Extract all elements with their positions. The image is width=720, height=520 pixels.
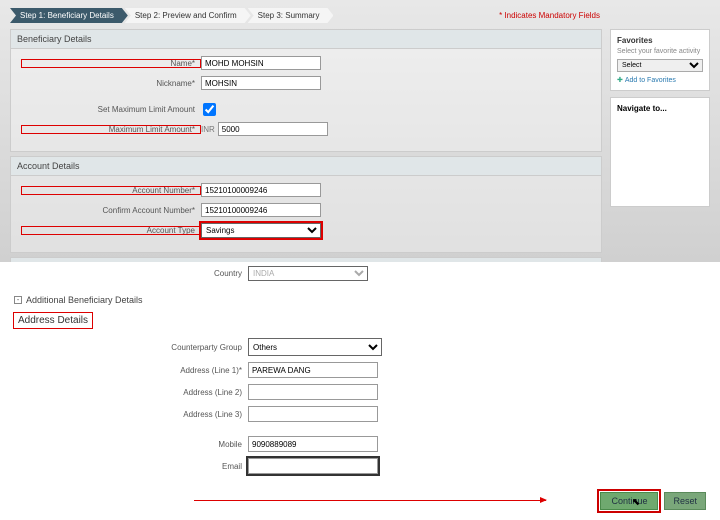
acct-type-label: Account Type <box>21 226 201 235</box>
nickname-label: Nickname* <box>21 79 201 88</box>
acct-input[interactable] <box>201 183 321 197</box>
account-panel: Account Details Account Number* Confirm … <box>10 156 602 253</box>
addr3-label: Address (Line 3) <box>14 410 248 419</box>
acct-type-select[interactable]: Savings <box>201 223 321 238</box>
acct-label: Account Number* <box>21 186 201 195</box>
name-label: Name* <box>21 59 201 68</box>
country-select[interactable]: INDIA <box>248 266 368 281</box>
setmax-checkbox[interactable] <box>203 103 216 116</box>
country-label: Country <box>14 269 248 278</box>
reset-button[interactable]: Reset <box>664 492 706 510</box>
additional-toggle[interactable]: - Additional Beneficiary Details <box>14 295 706 305</box>
email-input[interactable] <box>248 458 378 474</box>
plus-icon: ✚ <box>617 76 623 84</box>
beneficiary-title: Beneficiary Details <box>11 30 601 49</box>
favorites-sub: Select your favorite activity <box>617 48 703 55</box>
step-3[interactable]: Step 3: Summary <box>248 8 334 23</box>
addr1-input[interactable] <box>248 362 378 378</box>
cpg-label: Counterparty Group <box>14 343 248 352</box>
step-2[interactable]: Step 2: Preview and Confirm <box>125 8 251 23</box>
step-1[interactable]: Step 1: Beneficiary Details <box>10 8 128 23</box>
maxlimit-label: Maximum Limit Amount* <box>21 125 201 134</box>
addr2-label: Address (Line 2) <box>14 388 248 397</box>
minus-icon: - <box>14 296 22 304</box>
navigate-title: Navigate to... <box>617 104 703 113</box>
currency-label: INR <box>201 125 215 134</box>
navigate-panel: Navigate to... <box>610 97 710 207</box>
maxlimit-input[interactable] <box>218 122 328 136</box>
name-input[interactable] <box>201 56 321 70</box>
favorites-panel: Favorites Select your favorite activity … <box>610 29 710 91</box>
addr1-label: Address (Line 1)* <box>14 366 248 375</box>
confirm-acct-label: Confirm Account Number* <box>21 206 201 215</box>
confirm-acct-input[interactable] <box>201 203 321 217</box>
addr3-input[interactable] <box>248 406 378 422</box>
email-label: Email <box>14 462 248 471</box>
setmax-label: Set Maximum Limit Amount <box>21 105 201 114</box>
mobile-label: Mobile <box>14 440 248 449</box>
add-favorites-link[interactable]: ✚ Add to Favorites <box>617 76 703 84</box>
address-title: Address Details <box>14 313 92 328</box>
continue-button[interactable]: Continue ⬉ <box>600 492 658 510</box>
nickname-input[interactable] <box>201 76 321 90</box>
account-title: Account Details <box>11 157 601 176</box>
mandatory-note: * Indicates Mandatory Fields <box>499 11 600 20</box>
wizard-steps: Step 1: Beneficiary Details Step 2: Prev… <box>10 8 710 23</box>
favorites-select[interactable]: Select <box>617 59 703 72</box>
beneficiary-panel: Beneficiary Details Name* Nickname* Set … <box>10 29 602 152</box>
bank-title: Bank Details <box>11 258 601 262</box>
cpg-select[interactable]: Others <box>248 338 382 356</box>
favorites-title: Favorites <box>617 36 703 45</box>
addr2-input[interactable] <box>248 384 378 400</box>
bank-panel: Bank Details Network & IFSC Code* Other … <box>10 257 602 262</box>
arrow-annotation <box>194 500 546 501</box>
mobile-input[interactable] <box>248 436 378 452</box>
